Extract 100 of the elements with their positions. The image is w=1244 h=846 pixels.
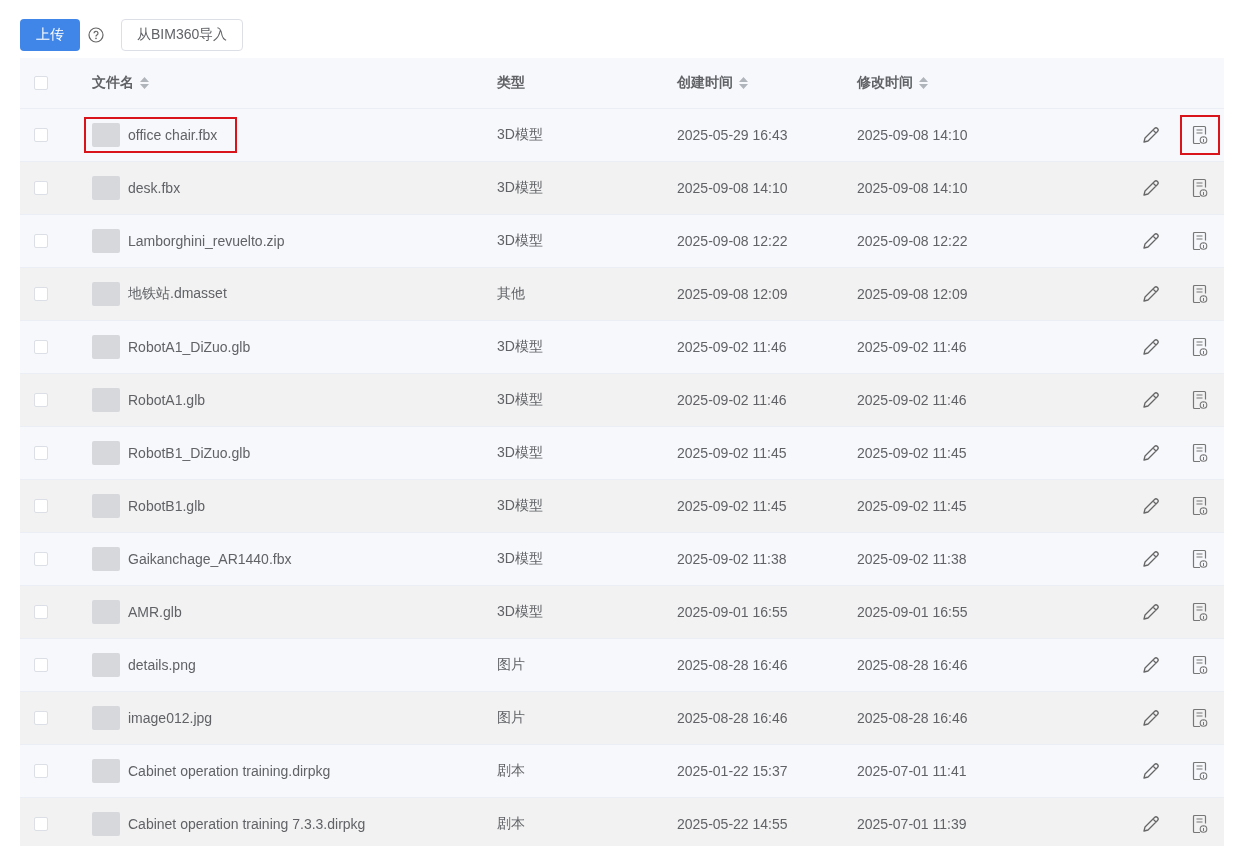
upload-button[interactable]: 上传 <box>20 19 80 51</box>
thumbnail-placeholder <box>92 388 120 412</box>
pencil-icon[interactable] <box>1142 497 1160 515</box>
file-type: 3D模型 <box>497 444 543 460</box>
file-name[interactable]: AMR.glb <box>128 604 182 620</box>
created-time: 2025-09-08 12:22 <box>677 233 788 249</box>
modified-time: 2025-09-08 14:10 <box>857 127 968 143</box>
column-header: 修改时间 <box>857 74 913 92</box>
document-info-icon[interactable] <box>1192 443 1208 463</box>
document-info-icon[interactable] <box>1192 496 1208 516</box>
file-name[interactable]: Cabinet operation training.dirpkg <box>128 763 331 779</box>
modified-time: 2025-09-08 14:10 <box>857 180 968 196</box>
file-type: 剧本 <box>497 762 525 778</box>
document-info-icon[interactable] <box>1192 178 1208 198</box>
thumbnail-placeholder <box>92 123 120 147</box>
file-name[interactable]: RobotA1_DiZuo.glb <box>128 339 251 355</box>
created-time: 2025-08-28 16:46 <box>677 710 788 726</box>
pencil-icon[interactable] <box>1142 444 1160 462</box>
column-header: 类型 <box>497 74 525 92</box>
file-name[interactable]: RobotB1.glb <box>128 498 206 514</box>
file-type: 3D模型 <box>497 338 543 354</box>
pencil-icon[interactable] <box>1142 762 1160 780</box>
created-time: 2025-08-28 16:46 <box>677 657 788 673</box>
row-checkbox[interactable] <box>34 128 48 142</box>
row-checkbox[interactable] <box>34 764 48 778</box>
modified-time: 2025-08-28 16:46 <box>857 657 968 673</box>
thumbnail-placeholder <box>92 547 120 571</box>
column-header: 创建时间 <box>677 74 733 92</box>
thumbnail-placeholder <box>92 441 120 465</box>
thumbnail-placeholder <box>92 600 120 624</box>
thumbnail-placeholder <box>92 282 120 306</box>
created-time: 2025-09-02 11:45 <box>677 498 787 514</box>
created-time: 2025-09-02 11:38 <box>677 551 787 567</box>
row-checkbox[interactable] <box>34 711 48 725</box>
row-checkbox[interactable] <box>34 499 48 513</box>
modified-time: 2025-09-01 16:55 <box>857 604 968 620</box>
row-checkbox[interactable] <box>34 340 48 354</box>
file-type: 3D模型 <box>497 603 543 619</box>
pencil-icon[interactable] <box>1142 126 1160 144</box>
modified-time: 2025-09-08 12:22 <box>857 233 968 249</box>
created-time: 2025-05-29 16:43 <box>677 127 788 143</box>
row-checkbox[interactable] <box>34 552 48 566</box>
pencil-icon[interactable] <box>1142 709 1160 727</box>
file-name[interactable]: RobotA1.glb <box>128 392 206 408</box>
document-info-icon[interactable] <box>1192 390 1208 410</box>
document-info-icon[interactable] <box>1192 708 1208 728</box>
file-name[interactable]: RobotB1_DiZuo.glb <box>128 445 251 461</box>
thumbnail-placeholder <box>92 494 120 518</box>
modified-time: 2025-09-02 11:45 <box>857 445 967 461</box>
row-checkbox[interactable] <box>34 393 48 407</box>
file-type: 剧本 <box>497 815 525 831</box>
thumbnail-placeholder <box>92 812 120 836</box>
row-checkbox[interactable] <box>34 181 48 195</box>
thumbnail-placeholder <box>92 706 120 730</box>
file-name[interactable]: details.png <box>128 657 196 673</box>
row-checkbox[interactable] <box>34 446 48 460</box>
document-info-icon[interactable] <box>1192 125 1208 145</box>
file-type: 3D模型 <box>497 232 543 248</box>
file-name[interactable]: Gaikanchage_AR1440.fbx <box>128 551 292 567</box>
document-info-icon[interactable] <box>1192 337 1208 357</box>
import-button[interactable]: 从BIM360导入 <box>121 19 244 51</box>
pencil-icon[interactable] <box>1142 656 1160 674</box>
document-info-icon[interactable] <box>1192 231 1208 251</box>
thumbnail-placeholder <box>92 759 120 783</box>
pencil-icon[interactable] <box>1142 603 1160 621</box>
pencil-icon[interactable] <box>1142 179 1160 197</box>
created-time: 2025-09-01 16:55 <box>677 604 788 620</box>
file-type: 图片 <box>497 709 525 725</box>
help-icon[interactable] <box>88 27 104 43</box>
document-info-icon[interactable] <box>1192 655 1208 675</box>
document-info-icon[interactable] <box>1192 284 1208 304</box>
document-info-icon[interactable] <box>1192 602 1208 622</box>
row-checkbox[interactable] <box>34 287 48 301</box>
modified-time: 2025-09-02 11:46 <box>857 339 967 355</box>
thumbnail-placeholder <box>92 653 120 677</box>
pencil-icon[interactable] <box>1142 232 1160 250</box>
document-info-icon[interactable] <box>1192 761 1208 781</box>
created-time: 2025-09-02 11:46 <box>677 339 787 355</box>
created-time: 2025-05-22 14:55 <box>677 816 788 832</box>
modified-time: 2025-09-08 12:09 <box>857 286 968 302</box>
row-checkbox[interactable] <box>34 658 48 672</box>
row-checkbox[interactable] <box>34 817 48 831</box>
select-all-checkbox[interactable] <box>34 76 48 90</box>
file-name[interactable]: image012.jpg <box>128 710 213 726</box>
thumbnail-placeholder <box>92 229 120 253</box>
file-name[interactable]: desk.fbx <box>128 180 181 196</box>
row-checkbox[interactable] <box>34 605 48 619</box>
file-type: 其他 <box>497 285 525 301</box>
file-name[interactable]: Cabinet operation training 7.3.3.dirpkg <box>128 816 366 832</box>
pencil-icon[interactable] <box>1142 815 1160 833</box>
file-name[interactable]: 地铁站.dmasset <box>128 285 227 303</box>
pencil-icon[interactable] <box>1142 550 1160 568</box>
file-name[interactable]: Lamborghini_revuelto.zip <box>128 233 285 249</box>
document-info-icon[interactable] <box>1192 549 1208 569</box>
row-checkbox[interactable] <box>34 234 48 248</box>
pencil-icon[interactable] <box>1142 338 1160 356</box>
created-time: 2025-09-08 12:09 <box>677 286 788 302</box>
document-info-icon[interactable] <box>1192 814 1208 834</box>
pencil-icon[interactable] <box>1142 391 1160 409</box>
pencil-icon[interactable] <box>1142 285 1160 303</box>
